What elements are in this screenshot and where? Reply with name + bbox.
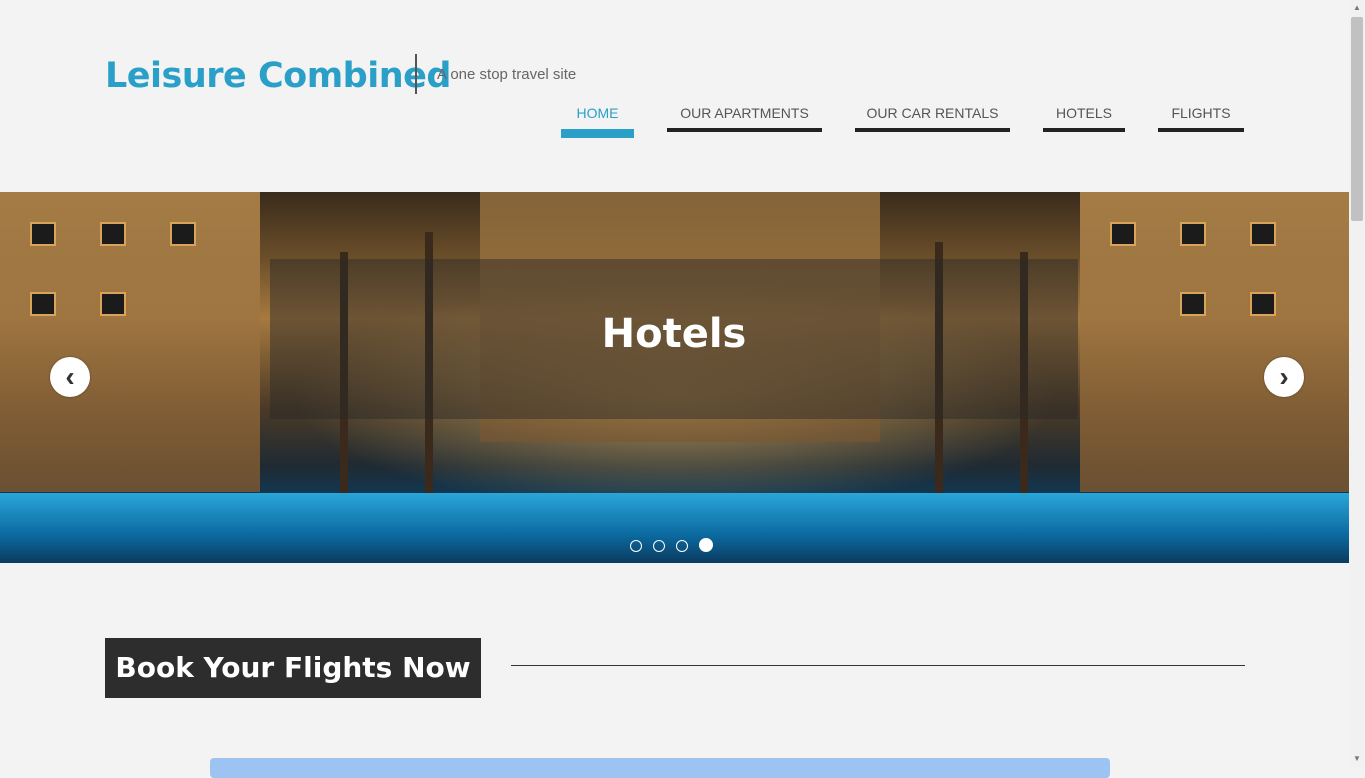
slider-dot-3[interactable]	[676, 540, 688, 552]
page: Leisure Combined A one stop travel site …	[0, 0, 1349, 778]
slide-image-window	[30, 222, 56, 246]
scroll-down-icon[interactable]: ▼	[1349, 751, 1365, 767]
nav-item-our-apartments[interactable]: OUR APARTMENTS	[667, 102, 822, 132]
slide-image-window	[170, 222, 196, 246]
vertical-scrollbar[interactable]: ▲ ▼	[1349, 0, 1365, 767]
slide-image-window	[1110, 222, 1136, 246]
nav-item-home[interactable]: HOME	[561, 102, 634, 138]
scrollbar-thumb[interactable]	[1351, 17, 1363, 221]
slide-image-window	[1250, 222, 1276, 246]
nav-item-flights[interactable]: FLIGHTS	[1158, 102, 1244, 132]
site-tagline: A one stop travel site	[437, 66, 577, 83]
slide-image-window	[1180, 222, 1206, 246]
section-divider	[511, 665, 1245, 666]
slide-caption: Hotels	[601, 311, 747, 357]
nav-item-hotels[interactable]: HOTELS	[1043, 102, 1125, 132]
slide-image-window	[100, 292, 126, 316]
site-title[interactable]: Leisure Combined	[105, 54, 451, 98]
main-nav: HOME OUR APARTMENTS OUR CAR RENTALS HOTE…	[0, 102, 1349, 142]
chevron-right-icon: ›	[1279, 361, 1289, 392]
title-divider	[415, 54, 417, 94]
slide-image-window	[100, 222, 126, 246]
slide-image-window	[1250, 292, 1276, 316]
flight-booking-form[interactable]	[210, 758, 1110, 778]
slider-pagination	[630, 538, 724, 552]
nav-item-our-car-rentals[interactable]: OUR CAR RENTALS	[855, 102, 1010, 132]
slide-image-window	[1180, 292, 1206, 316]
slide-caption-box: Hotels	[270, 259, 1078, 419]
slider-dot-1[interactable]	[630, 540, 642, 552]
book-flights-heading: Book Your Flights Now	[105, 638, 481, 698]
hero-slider[interactable]: Hotels ‹ ›	[0, 192, 1349, 563]
slider-next-button[interactable]: ›	[1264, 357, 1304, 397]
slider-dot-2[interactable]	[653, 540, 665, 552]
slide-image-window	[30, 292, 56, 316]
slider-prev-button[interactable]: ‹	[50, 357, 90, 397]
scroll-up-icon[interactable]: ▲	[1349, 0, 1365, 16]
slide-image-pool	[0, 493, 1349, 563]
chevron-left-icon: ‹	[65, 361, 75, 392]
slider-dot-4[interactable]	[699, 538, 713, 552]
